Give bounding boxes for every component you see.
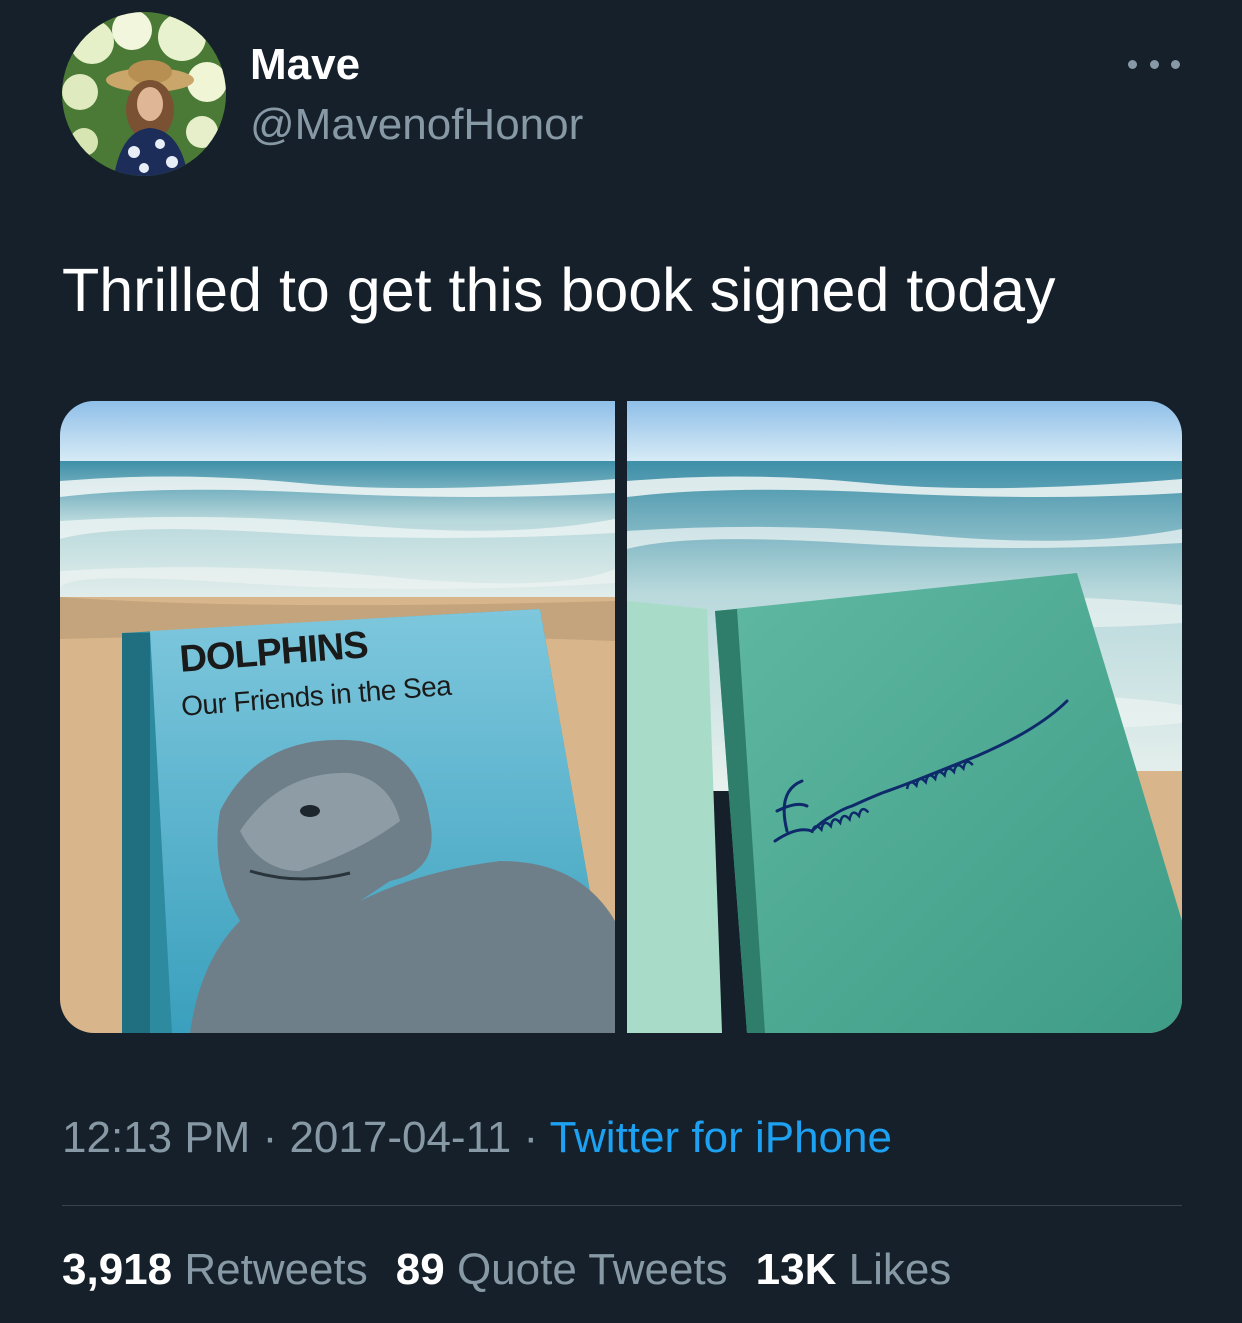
quote-tweets-label: Quote Tweets [456, 1245, 728, 1294]
likes-count: 13K [755, 1245, 837, 1294]
more-horizontal-icon-dot [1149, 59, 1159, 69]
more-horizontal-icon-dot [1171, 59, 1180, 69]
tweet-time[interactable]: 12:13 PM [62, 1113, 250, 1162]
tweet-photo-2[interactable] [627, 401, 1182, 1033]
tweet-text: Thrilled to get this book signed today [62, 256, 1056, 324]
quote-tweets-count: 89 [395, 1245, 445, 1294]
more-options-button[interactable] [1128, 50, 1180, 78]
likes-label: Likes [848, 1245, 952, 1294]
tweet-source-link[interactable]: Twitter for iPhone [550, 1113, 892, 1162]
retweets-label: Retweets [184, 1245, 368, 1294]
quote-tweets-stat[interactable]: 89 Quote Tweets [396, 1242, 728, 1298]
tweet-date[interactable]: 2017-04-11 [289, 1113, 511, 1162]
tweet-stats: 3,918 Retweets 89 Quote Tweets 13K Likes [62, 1242, 951, 1298]
tweet-media: DOLPHINS Our Friends in the Sea [60, 401, 1182, 1033]
retweets-count: 3,918 [62, 1245, 173, 1294]
tweet-photo-1[interactable]: DOLPHINS Our Friends in the Sea [60, 401, 615, 1033]
author-display-name[interactable]: Mave [250, 38, 360, 92]
likes-stat[interactable]: 13K Likes [756, 1242, 952, 1298]
avatar[interactable] [62, 12, 226, 176]
meta-separator: · [250, 1113, 290, 1162]
meta-separator: · [511, 1113, 550, 1162]
tweet-meta: 12:13 PM · 2017-04-11 · Twitter for iPho… [62, 1110, 892, 1166]
divider [62, 1205, 1182, 1206]
author-handle[interactable]: @MavenofHonor [250, 98, 583, 152]
retweets-stat[interactable]: 3,918 Retweets [62, 1242, 368, 1298]
more-horizontal-icon [1128, 59, 1137, 69]
